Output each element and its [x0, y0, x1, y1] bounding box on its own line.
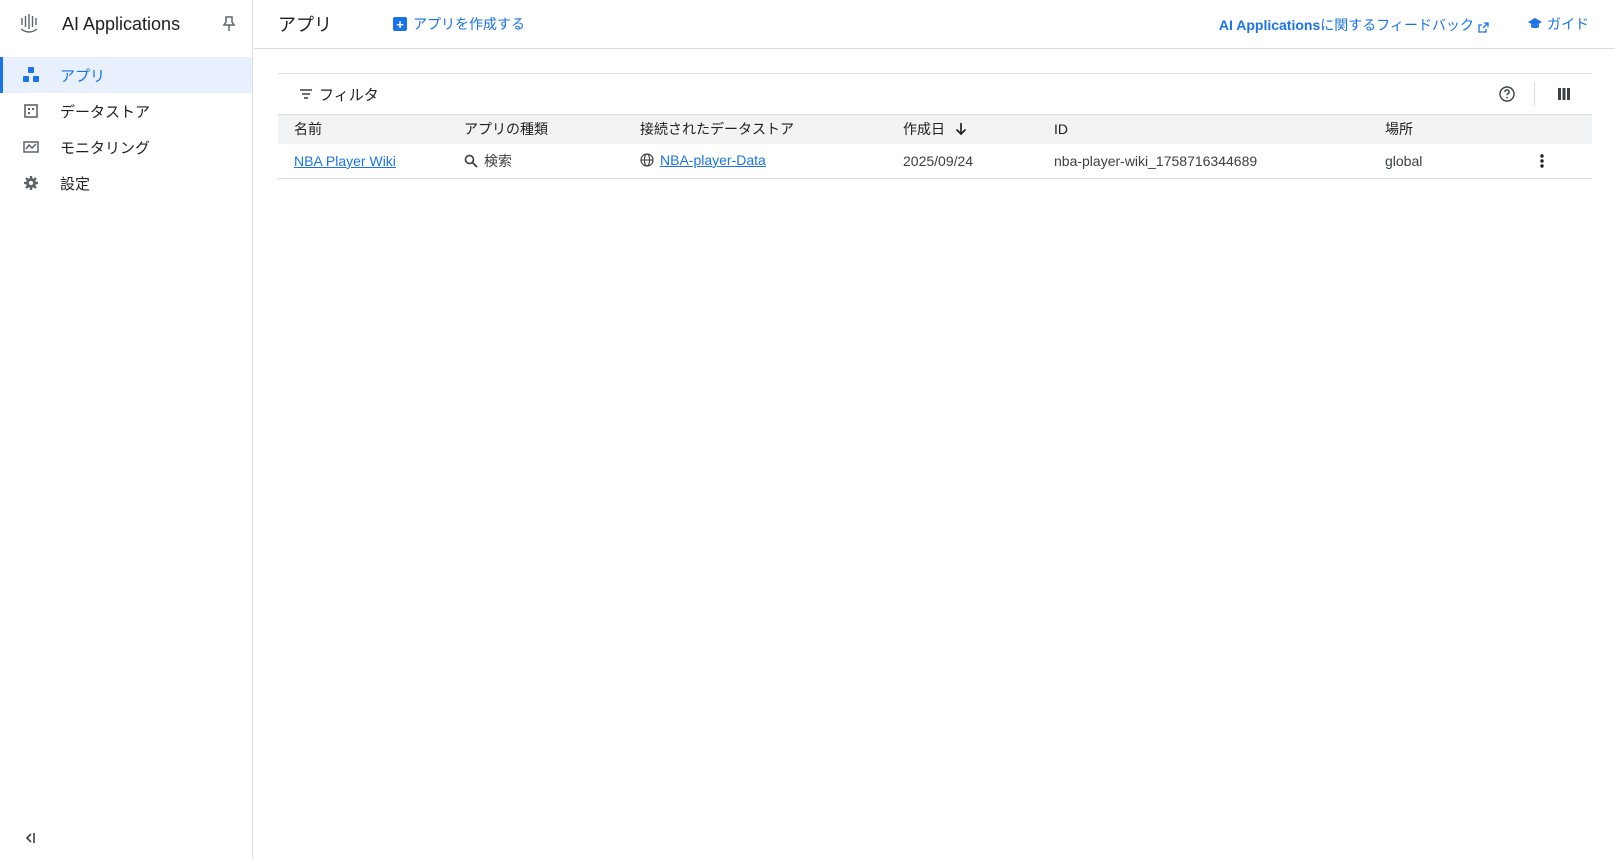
sidebar-item-apps[interactable]: アプリ — [0, 57, 252, 93]
feedback-label: に関するフィードバック — [1320, 17, 1474, 33]
create-app-button[interactable]: + アプリを作成する — [393, 14, 525, 34]
app-name-link[interactable]: NBA Player Wiki — [294, 153, 396, 169]
feedback-link[interactable]: AI Applications に関するフィードバック — [1219, 15, 1489, 35]
app-root: AI Applications アプリ データストア モニタリング 設定 アプリ… — [0, 0, 1615, 859]
created-date: 2025/09/24 — [903, 143, 1054, 179]
filter-button[interactable]: フィルタ — [299, 84, 379, 105]
guide-label: ガイド — [1547, 16, 1589, 32]
monitoring-icon — [22, 138, 40, 156]
sidebar: AI Applications アプリ データストア モニタリング 設定 — [0, 0, 253, 859]
datastore-icon — [22, 102, 40, 120]
search-icon — [464, 154, 478, 168]
school-icon — [1528, 18, 1542, 29]
sort-descending-icon — [955, 123, 967, 136]
apps-table-panel: フィルタ 名前 アプリの種類 接続されたデータストア 作成日 ID 場所 NBA… — [278, 73, 1592, 179]
app-location: global — [1385, 143, 1520, 179]
sidebar-item-label: データストア — [60, 103, 151, 121]
column-header-id[interactable]: ID — [1054, 114, 1385, 144]
external-link-icon — [1478, 20, 1489, 33]
toolbar-divider — [1534, 82, 1535, 106]
plus-icon: + — [393, 17, 407, 31]
apps-icon — [22, 66, 40, 84]
pin-icon[interactable] — [222, 15, 238, 33]
guide-button[interactable]: ガイド — [1527, 14, 1589, 34]
page-title: アプリ — [278, 15, 332, 35]
sidebar-item-label: モニタリング — [60, 139, 151, 157]
table-toolbar: フィルタ — [278, 73, 1592, 114]
ai-applications-logo-icon — [18, 12, 42, 36]
feedback-product-name: AI Applications — [1218, 17, 1321, 33]
apps-table: 名前 アプリの種類 接続されたデータストア 作成日 ID 場所 NBA Play… — [278, 114, 1592, 179]
help-icon[interactable] — [1498, 85, 1516, 103]
top-bar: アプリ + アプリを作成する AI Applications に関するフィードバ… — [254, 0, 1615, 49]
app-id: nba-player-wiki_1758716344689 — [1054, 143, 1385, 179]
sidebar-title: AI Applications — [62, 13, 181, 34]
sidebar-item-settings[interactable]: 設定 — [0, 165, 252, 201]
sidebar-header: AI Applications — [0, 0, 252, 48]
sidebar-item-monitoring[interactable]: モニタリング — [0, 129, 252, 165]
more-vert-icon[interactable] — [1532, 151, 1552, 171]
column-header-name[interactable]: 名前 — [278, 114, 464, 144]
sidebar-item-label: 設定 — [60, 175, 91, 193]
filter-label: フィルタ — [319, 86, 379, 104]
app-type: 検索 — [484, 152, 512, 169]
column-header-actions — [1520, 114, 1592, 144]
sidebar-item-datastore[interactable]: データストア — [0, 93, 252, 129]
column-header-created-label: 作成日 — [903, 121, 945, 138]
column-header-datastore[interactable]: 接続されたデータストア — [640, 114, 903, 144]
globe-icon — [640, 153, 654, 167]
column-header-app-type[interactable]: アプリの種類 — [464, 114, 640, 144]
column-header-created[interactable]: 作成日 — [903, 114, 1054, 144]
column-header-location[interactable]: 場所 — [1385, 114, 1520, 144]
table-row: NBA Player Wiki 検索 NBA-player-Data 2025/… — [278, 143, 1592, 179]
collapse-sidebar-icon[interactable] — [20, 829, 40, 847]
column-display-icon[interactable] — [1556, 86, 1572, 102]
sidebar-nav: アプリ データストア モニタリング 設定 — [0, 57, 252, 201]
sidebar-item-label: アプリ — [60, 67, 106, 85]
datastore-link[interactable]: NBA-player-Data — [660, 152, 766, 168]
create-app-label: アプリを作成する — [413, 16, 525, 32]
filter-icon — [300, 89, 312, 99]
gear-icon — [22, 174, 40, 192]
table-header-row: 名前 アプリの種類 接続されたデータストア 作成日 ID 場所 — [278, 114, 1592, 144]
